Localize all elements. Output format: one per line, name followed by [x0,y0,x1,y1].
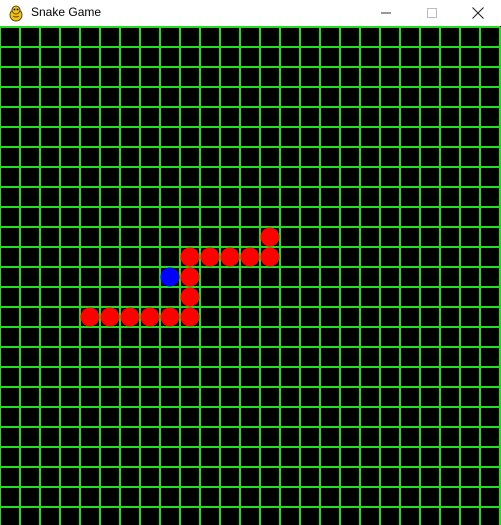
snake-segment [80,307,100,327]
snake-segment [100,307,120,327]
snake-segment [180,287,200,307]
snake-segment [200,247,220,267]
snake-segment [220,247,240,267]
snake-segment [160,307,180,327]
game-board[interactable] [0,26,501,525]
maximize-icon [427,8,437,18]
snake-head [260,227,280,247]
snake-segment [120,307,140,327]
snake-segment [180,267,200,287]
close-icon [472,7,484,19]
close-button[interactable] [455,0,501,26]
window-title: Snake Game [31,5,102,19]
maximize-button[interactable] [409,0,455,26]
minimize-button[interactable] [363,0,409,26]
pygame-snake-icon [8,4,24,22]
snake-segment [140,307,160,327]
game-canvas [0,26,501,525]
snake-segment [180,247,200,267]
food-pellet [160,267,180,287]
snake-segment [260,247,280,267]
snake-segment [180,307,200,327]
game-window: Snake Game [0,0,501,525]
minimize-icon [381,12,391,14]
snake-segment [240,247,260,267]
board-background [0,26,501,525]
title-bar[interactable]: Snake Game [0,0,501,26]
